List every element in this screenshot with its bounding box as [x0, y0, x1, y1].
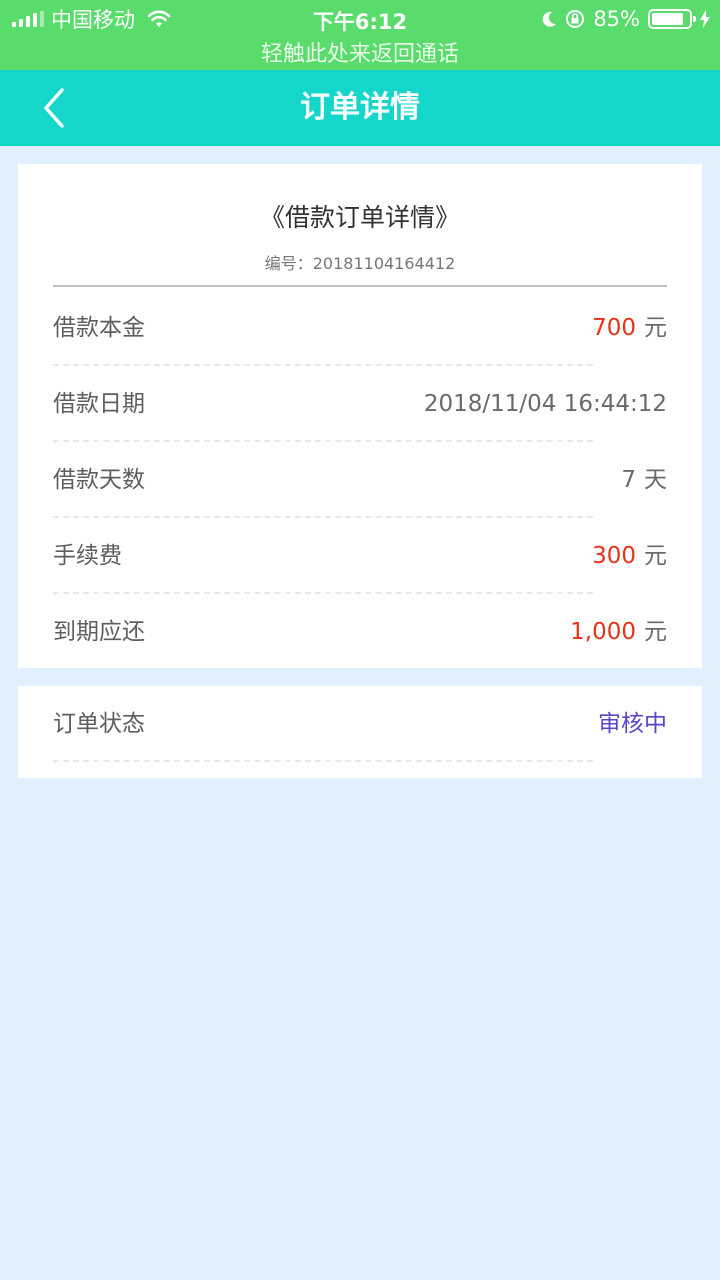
row-order-status: 订单状态 审核中	[53, 686, 667, 762]
unit: 天	[644, 467, 667, 493]
rotation-lock-icon	[566, 10, 585, 28]
loan-date-value: 2018/11/04 16:44:12	[423, 391, 667, 417]
moon-icon	[542, 11, 557, 27]
charging-icon	[700, 10, 710, 28]
row-value: 300 元	[592, 518, 667, 594]
row-label: 手续费	[53, 543, 122, 569]
due-amount: 1,000	[570, 619, 636, 645]
unit: 元	[644, 619, 667, 645]
row-label: 借款日期	[53, 391, 145, 417]
principal-amount: 700	[592, 315, 636, 341]
order-title: 《借款订单详情》	[259, 203, 460, 232]
order-number: 编号：20181104164412	[264, 254, 456, 273]
order-detail-card: 《借款订单详情》 编号：20181104164412 借款本金 700 元 借款日…	[18, 164, 702, 668]
status-right: 85%	[541, 6, 710, 32]
order-status-card: 订单状态 审核中	[18, 686, 702, 778]
unit: 元	[644, 315, 667, 341]
battery-percent: 85%	[593, 7, 640, 31]
row-loan-days: 借款天数 7天	[53, 442, 667, 518]
row-label: 借款天数	[53, 467, 145, 493]
status-badge: 审核中	[598, 711, 667, 737]
row-value: 1,000 元	[570, 594, 667, 670]
return-to-call-banner[interactable]: 轻触此处来返回通话	[0, 36, 720, 68]
dashed-divider	[53, 760, 593, 762]
fee-amount: 300	[592, 543, 636, 569]
row-value: 7天	[621, 442, 667, 518]
row-value: 700 元	[592, 290, 667, 366]
status-bar: 中国移动 下午6:12 85% 轻触此处来返回通话	[0, 0, 720, 70]
row-label: 到期应还	[53, 619, 145, 645]
row-fee: 手续费 300 元	[53, 518, 667, 594]
battery-icon	[648, 9, 696, 29]
nav-bar: 订单详情	[0, 70, 720, 146]
unit: 元	[644, 543, 667, 569]
row-due-amount: 到期应还 1,000 元	[53, 594, 667, 670]
row-label: 订单状态	[53, 711, 145, 737]
page-title: 订单详情	[300, 90, 420, 125]
row-principal: 借款本金 700 元	[53, 290, 667, 366]
row-loan-date: 借款日期 2018/11/04 16:44:12	[53, 366, 667, 442]
title-divider	[53, 285, 667, 287]
loan-days-value: 7	[621, 467, 636, 493]
row-label: 借款本金	[53, 315, 145, 341]
battery-fill	[652, 13, 683, 25]
